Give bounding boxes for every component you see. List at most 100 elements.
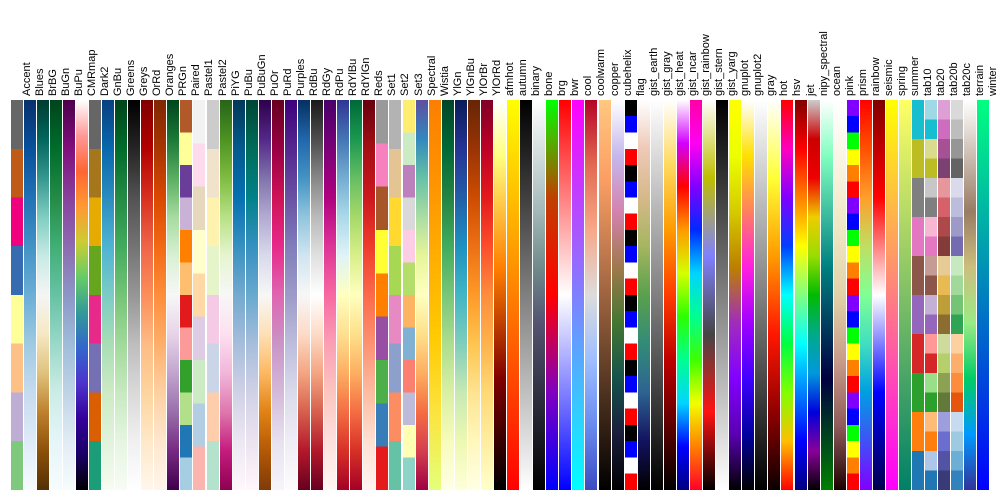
- colormap-bar-PuBu: [233, 100, 245, 490]
- colormap-bar-BuGn: [50, 100, 62, 490]
- colormap-bar-PiYG: [220, 100, 232, 490]
- colormap-bar-Blues: [24, 100, 36, 490]
- colormap-label: RdPu: [334, 68, 346, 96]
- colormap-bar-RdYlBu: [337, 100, 349, 490]
- colormap-bar-afmhot: [494, 100, 506, 490]
- colormap-bar-coolwarm: [585, 100, 597, 490]
- colormap-bar-GnBu: [102, 100, 114, 490]
- colormap-label: cool: [582, 76, 594, 96]
- colormap-label: afmhot: [504, 62, 516, 96]
- colormap-bar-Pastel2: [207, 100, 219, 490]
- colormap-bar-terrain: [964, 100, 976, 490]
- colormap-bar-YlOrRd: [481, 100, 493, 490]
- colormap-chart: AccentBluesBrBGBuGnBuPuCMRmapDark2GnBuGr…: [0, 0, 1000, 500]
- colormap-label: Blues: [34, 68, 46, 96]
- colormap-bar-rainbow: [860, 100, 872, 490]
- colormap-bar-PuBuGn: [246, 100, 258, 490]
- colormap-label: tab20b: [948, 62, 960, 96]
- colormap-label: gist_stern: [713, 48, 725, 96]
- colormap-label: seismic: [883, 59, 895, 96]
- colormap-label: BuPu: [73, 69, 85, 96]
- colormap-bar-Paired: [180, 100, 192, 490]
- colormap-label: OrRd: [151, 70, 163, 96]
- colormap-label: hot: [778, 81, 790, 96]
- colormap-bar-cool: [572, 100, 584, 490]
- colormap-bar-RdPu: [324, 100, 336, 490]
- colormap-bar-nipy_spectral: [808, 100, 820, 490]
- colormap-bar-summer: [899, 100, 911, 490]
- colormap-bar-gist_yarg: [716, 100, 728, 490]
- colormap-label: RdGy: [321, 68, 333, 96]
- colormap-label: Set2: [399, 73, 411, 96]
- colormap-label: Pastel2: [217, 59, 229, 96]
- colormap-label: cubehelix: [622, 50, 634, 96]
- colormap-bar-gist_earth: [638, 100, 650, 490]
- colormap-label: Set1: [386, 73, 398, 96]
- colormap-label: gnuplot: [739, 60, 751, 96]
- colormap-label: YlGnBu: [465, 58, 477, 96]
- colormap-bar-jet: [795, 100, 807, 490]
- colormap-bar-PuOr: [259, 100, 271, 490]
- colormap-label: Greys: [138, 67, 150, 96]
- colormap-label: PuBuGn: [256, 54, 268, 96]
- colormap-label: jet: [805, 84, 817, 96]
- colormap-label: gist_gray: [661, 51, 673, 96]
- colormap-label: YlOrBr: [478, 63, 490, 96]
- colormap-label: hsv: [791, 79, 803, 96]
- colormap-label: PRGn: [177, 66, 189, 96]
- colormap-label: autumn: [517, 59, 529, 96]
- colormap-bar-Accent: [11, 100, 23, 490]
- colormap-label: tab20c: [961, 63, 973, 96]
- colormap-label: binary: [530, 66, 542, 96]
- colormap-bar-OrRd: [141, 100, 153, 490]
- colormap-label: gist_yarg: [726, 51, 738, 96]
- colormap-label: tab20: [935, 68, 947, 96]
- colormap-label: gist_rainbow: [700, 34, 712, 96]
- colormap-bar-gist_ncar: [677, 100, 689, 490]
- colormap-label: Accent: [21, 62, 33, 96]
- colormap-label: Spectral: [426, 56, 438, 96]
- colormap-label: YlGn: [452, 72, 464, 96]
- colormap-label: Dark2: [99, 67, 111, 96]
- colormap-label: bone: [543, 72, 555, 96]
- colormap-label: spring: [896, 66, 908, 96]
- colormap-label: PuBu: [243, 69, 255, 96]
- colormap-label: YlOrRd: [491, 60, 503, 96]
- colormap-label: RdYlBu: [347, 59, 359, 96]
- colormap-label: Greens: [125, 60, 137, 96]
- colormap-label: PiYG: [230, 70, 242, 96]
- colormap-bar-tab20: [925, 100, 937, 490]
- colormap-bar-YlGnBu: [455, 100, 467, 490]
- colormap-bar-seismic: [873, 100, 885, 490]
- colormap-label: rainbow: [870, 57, 882, 96]
- colormap-label: Purples: [295, 59, 307, 96]
- colormap-bar-spring: [886, 100, 898, 490]
- colormap-bar-Set2: [389, 100, 401, 490]
- colormap-bar-binary: [520, 100, 532, 490]
- colormap-bar-Pastel1: [193, 100, 205, 490]
- colormap-label: ocean: [831, 66, 843, 96]
- colormap-bar-autumn: [507, 100, 519, 490]
- colormap-bar-ocean: [821, 100, 833, 490]
- colormap-bar-gray: [755, 100, 767, 490]
- colormap-label: GnBu: [112, 68, 124, 96]
- colormap-label: flag: [635, 78, 647, 96]
- colormap-bar-hot: [768, 100, 780, 490]
- colormap-bar-gnuplot2: [742, 100, 754, 490]
- colormap-label: tab10: [922, 68, 934, 96]
- colormap-label: gist_earth: [648, 48, 660, 96]
- colormap-bar-BuPu: [63, 100, 75, 490]
- colormap-bar-gist_gray: [651, 100, 663, 490]
- colormap-label: coolwarm: [595, 49, 607, 96]
- colormap-bar-pink: [834, 100, 846, 490]
- colormap-bar-Set1: [376, 100, 388, 490]
- colormap-label: Paired: [190, 64, 202, 96]
- colormap-bar-Spectral: [416, 100, 428, 490]
- colormap-label: RdYlGn: [360, 57, 372, 96]
- colormap-label: brg: [556, 80, 568, 96]
- colormap-label: terrain: [974, 65, 986, 96]
- colormap-label: Reds: [373, 70, 385, 96]
- colormap-bar-Greens: [115, 100, 127, 490]
- colormap-bar-YlGn: [442, 100, 454, 490]
- colormap-label: Oranges: [164, 54, 176, 96]
